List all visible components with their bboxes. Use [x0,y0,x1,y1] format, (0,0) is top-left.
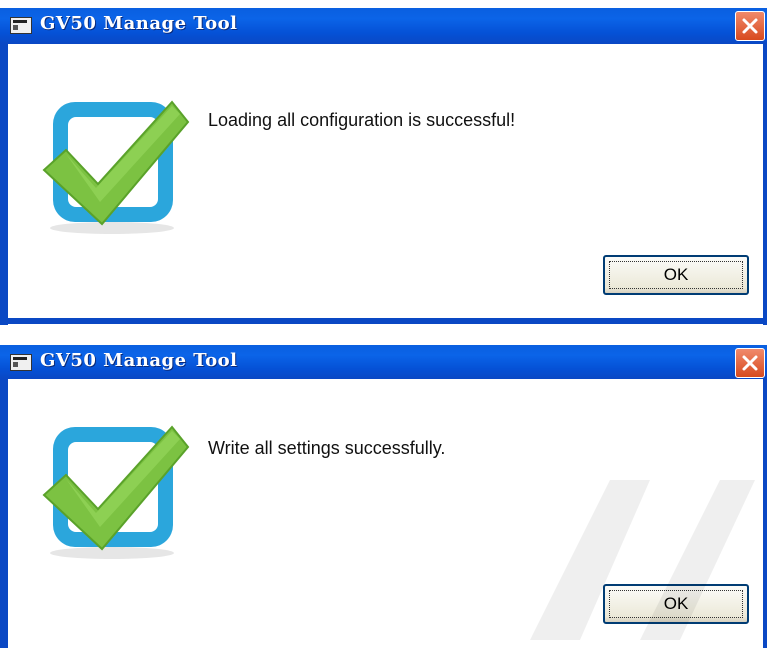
window-title: GV50 Manage Tool [40,13,238,34]
success-check-icon [42,425,190,559]
window-border-right [763,44,767,325]
title-bar[interactable]: GV50 Manage Tool [0,345,767,379]
message-text: Loading all configuration is successful! [208,110,516,130]
close-icon [742,18,758,34]
app-icon[interactable] [10,17,32,34]
app-icon[interactable] [10,354,32,371]
close-button[interactable] [735,11,765,41]
window-border-bottom [0,318,767,324]
window-border-left [0,379,8,648]
dialog-load-config: GV50 Manage Tool Loading all configurati… [0,0,767,325]
title-bar[interactable]: GV50 Manage Tool [0,8,767,44]
watermark-graphic [530,480,755,640]
ok-button[interactable]: OK [603,255,749,295]
success-check-icon [42,100,190,234]
ok-label: OK [663,265,689,284]
message-text: Write all settings successfully. [208,438,446,458]
window-title: GV50 Manage Tool [40,350,238,371]
close-button[interactable] [735,348,765,378]
window-border-left [0,44,8,325]
close-icon [742,355,758,371]
window-border-right [763,379,767,648]
